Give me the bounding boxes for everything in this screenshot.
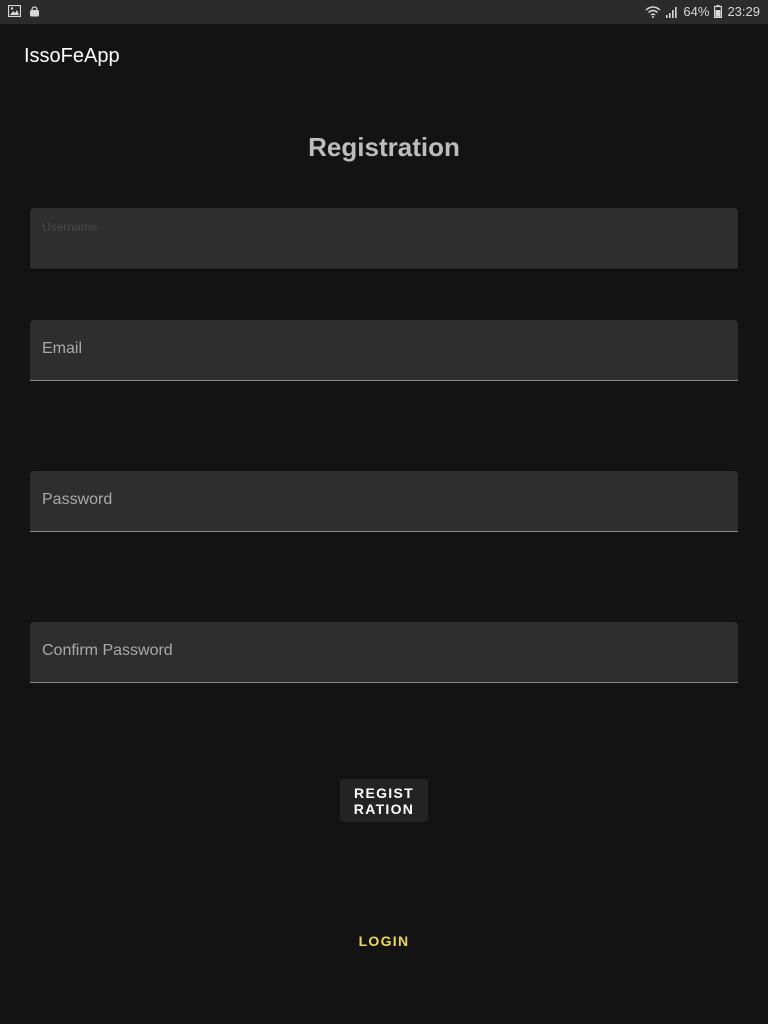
shopping-bag-icon bbox=[29, 5, 40, 17]
app-title: IssoFeApp bbox=[24, 45, 120, 67]
registration-button[interactable]: REGIST RATION bbox=[340, 779, 428, 822]
status-bar: 64% 23:29 bbox=[0, 0, 768, 24]
username-label: Username bbox=[42, 220, 98, 234]
image-icon bbox=[8, 5, 21, 17]
page-title: Registration bbox=[308, 132, 460, 162]
confirm-password-placeholder: Confirm Password bbox=[42, 642, 173, 659]
login-button[interactable]: LOGIN bbox=[334, 926, 434, 956]
clock: 23:29 bbox=[727, 4, 760, 19]
status-left-icons bbox=[8, 5, 40, 17]
status-right-indicators: 64% 23:29 bbox=[645, 4, 760, 19]
email-field[interactable]: Email bbox=[30, 320, 738, 381]
confirm-password-field[interactable]: Confirm Password bbox=[30, 622, 738, 683]
wifi-icon bbox=[645, 5, 661, 18]
password-placeholder: Password bbox=[42, 491, 113, 508]
password-field[interactable]: Password bbox=[30, 471, 738, 532]
signal-icon bbox=[666, 6, 678, 18]
username-field[interactable]: Username bbox=[30, 208, 738, 269]
email-placeholder: Email bbox=[42, 340, 83, 357]
battery-icon bbox=[714, 5, 723, 18]
battery-percent: 64% bbox=[683, 4, 710, 19]
